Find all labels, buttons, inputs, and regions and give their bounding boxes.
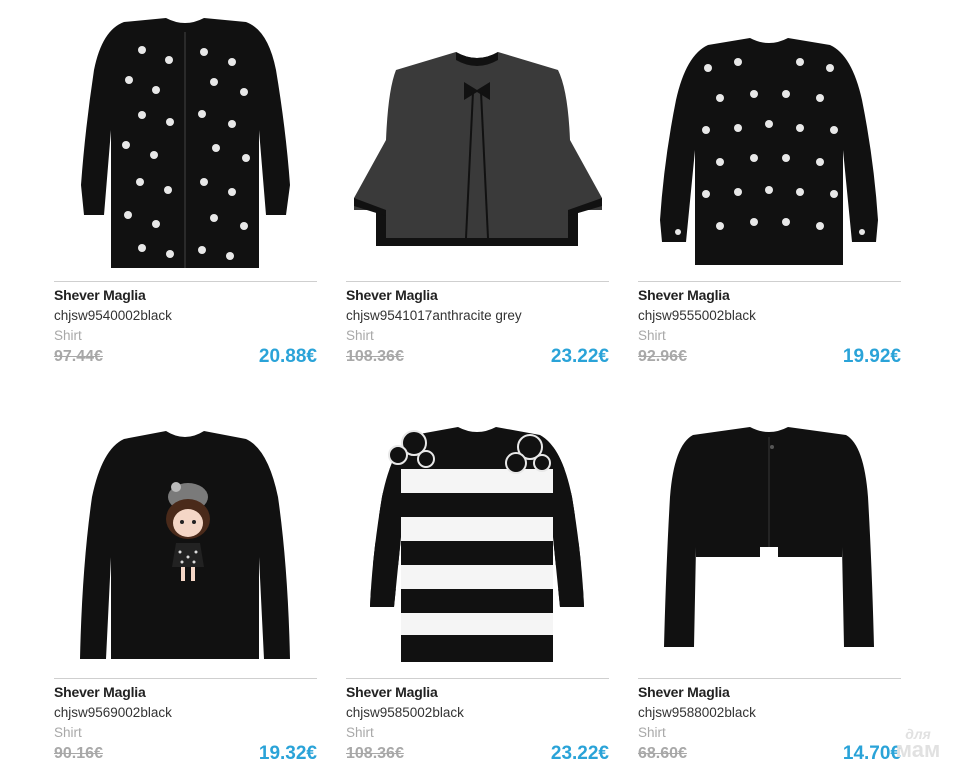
product-sku: chjsw9555002black <box>638 308 756 323</box>
product-card[interactable]: Shever Maglia chjsw9588002black Shirt 68… <box>638 397 901 772</box>
divider <box>638 678 901 679</box>
product-card[interactable]: Shever Maglia chjsw9585002black Shirt 10… <box>346 397 609 772</box>
product-sku: chjsw9540002black <box>54 308 172 323</box>
grey-bolero-icon <box>354 52 602 246</box>
polka-dot-sweater-icon <box>660 38 878 265</box>
divider <box>346 678 609 679</box>
product-grid: Shever Maglia chjsw9540002black Shirt 97… <box>54 0 902 772</box>
sale-price: 20.88€ <box>258 346 317 367</box>
product-category: Shirt <box>638 328 666 343</box>
product-image[interactable] <box>346 407 609 672</box>
product-image[interactable] <box>638 10 901 275</box>
product-brand[interactable]: Shever Maglia <box>638 287 730 303</box>
sale-price: 23.22€ <box>550 346 609 367</box>
product-image[interactable] <box>54 407 317 672</box>
divider <box>638 281 901 282</box>
product-card[interactable]: Shever Maglia chjsw9569002black Shirt 90… <box>54 397 317 772</box>
polka-dot-cardigan-icon <box>81 18 290 268</box>
sale-price: 23.22€ <box>550 743 609 764</box>
product-category: Shirt <box>54 725 82 740</box>
product-sku: chjsw9585002black <box>346 705 464 720</box>
watermark-line: мам <box>895 737 941 763</box>
sale-price: 19.92€ <box>842 346 901 367</box>
product-image[interactable] <box>346 10 609 275</box>
product-category: Shirt <box>54 328 82 343</box>
product-category: Shirt <box>638 725 666 740</box>
girl-print-sweater-icon <box>80 431 290 659</box>
old-price: 90.16€ <box>54 745 103 762</box>
product-card[interactable]: Shever Maglia chjsw9540002black Shirt 97… <box>54 0 317 375</box>
product-brand[interactable]: Shever Maglia <box>54 287 146 303</box>
old-price: 108.36€ <box>346 745 404 762</box>
product-sku: chjsw9588002black <box>638 705 756 720</box>
product-card[interactable]: Shever Maglia chjsw9541017anthracite gre… <box>346 0 609 375</box>
product-category: Shirt <box>346 725 374 740</box>
product-image[interactable] <box>54 10 317 275</box>
sale-price: 19.32€ <box>258 743 317 764</box>
site-watermark: для мам <box>891 727 945 763</box>
product-card[interactable]: Shever Maglia chjsw9555002black Shirt 92… <box>638 0 901 375</box>
divider <box>54 281 317 282</box>
product-category: Shirt <box>346 328 374 343</box>
old-price: 92.96€ <box>638 348 687 365</box>
product-brand[interactable]: Shever Maglia <box>346 684 438 700</box>
product-brand[interactable]: Shever Maglia <box>54 684 146 700</box>
old-price: 68.60€ <box>638 745 687 762</box>
old-price: 108.36€ <box>346 348 404 365</box>
product-image[interactable] <box>638 407 901 672</box>
black-bolero-icon <box>664 427 874 647</box>
product-brand[interactable]: Shever Maglia <box>638 684 730 700</box>
divider <box>54 678 317 679</box>
striped-sweater-icon <box>370 427 584 662</box>
old-price: 97.44€ <box>54 348 103 365</box>
product-sku: chjsw9541017anthracite grey <box>346 308 522 323</box>
divider <box>346 281 609 282</box>
product-sku: chjsw9569002black <box>54 705 172 720</box>
product-brand[interactable]: Shever Maglia <box>346 287 438 303</box>
